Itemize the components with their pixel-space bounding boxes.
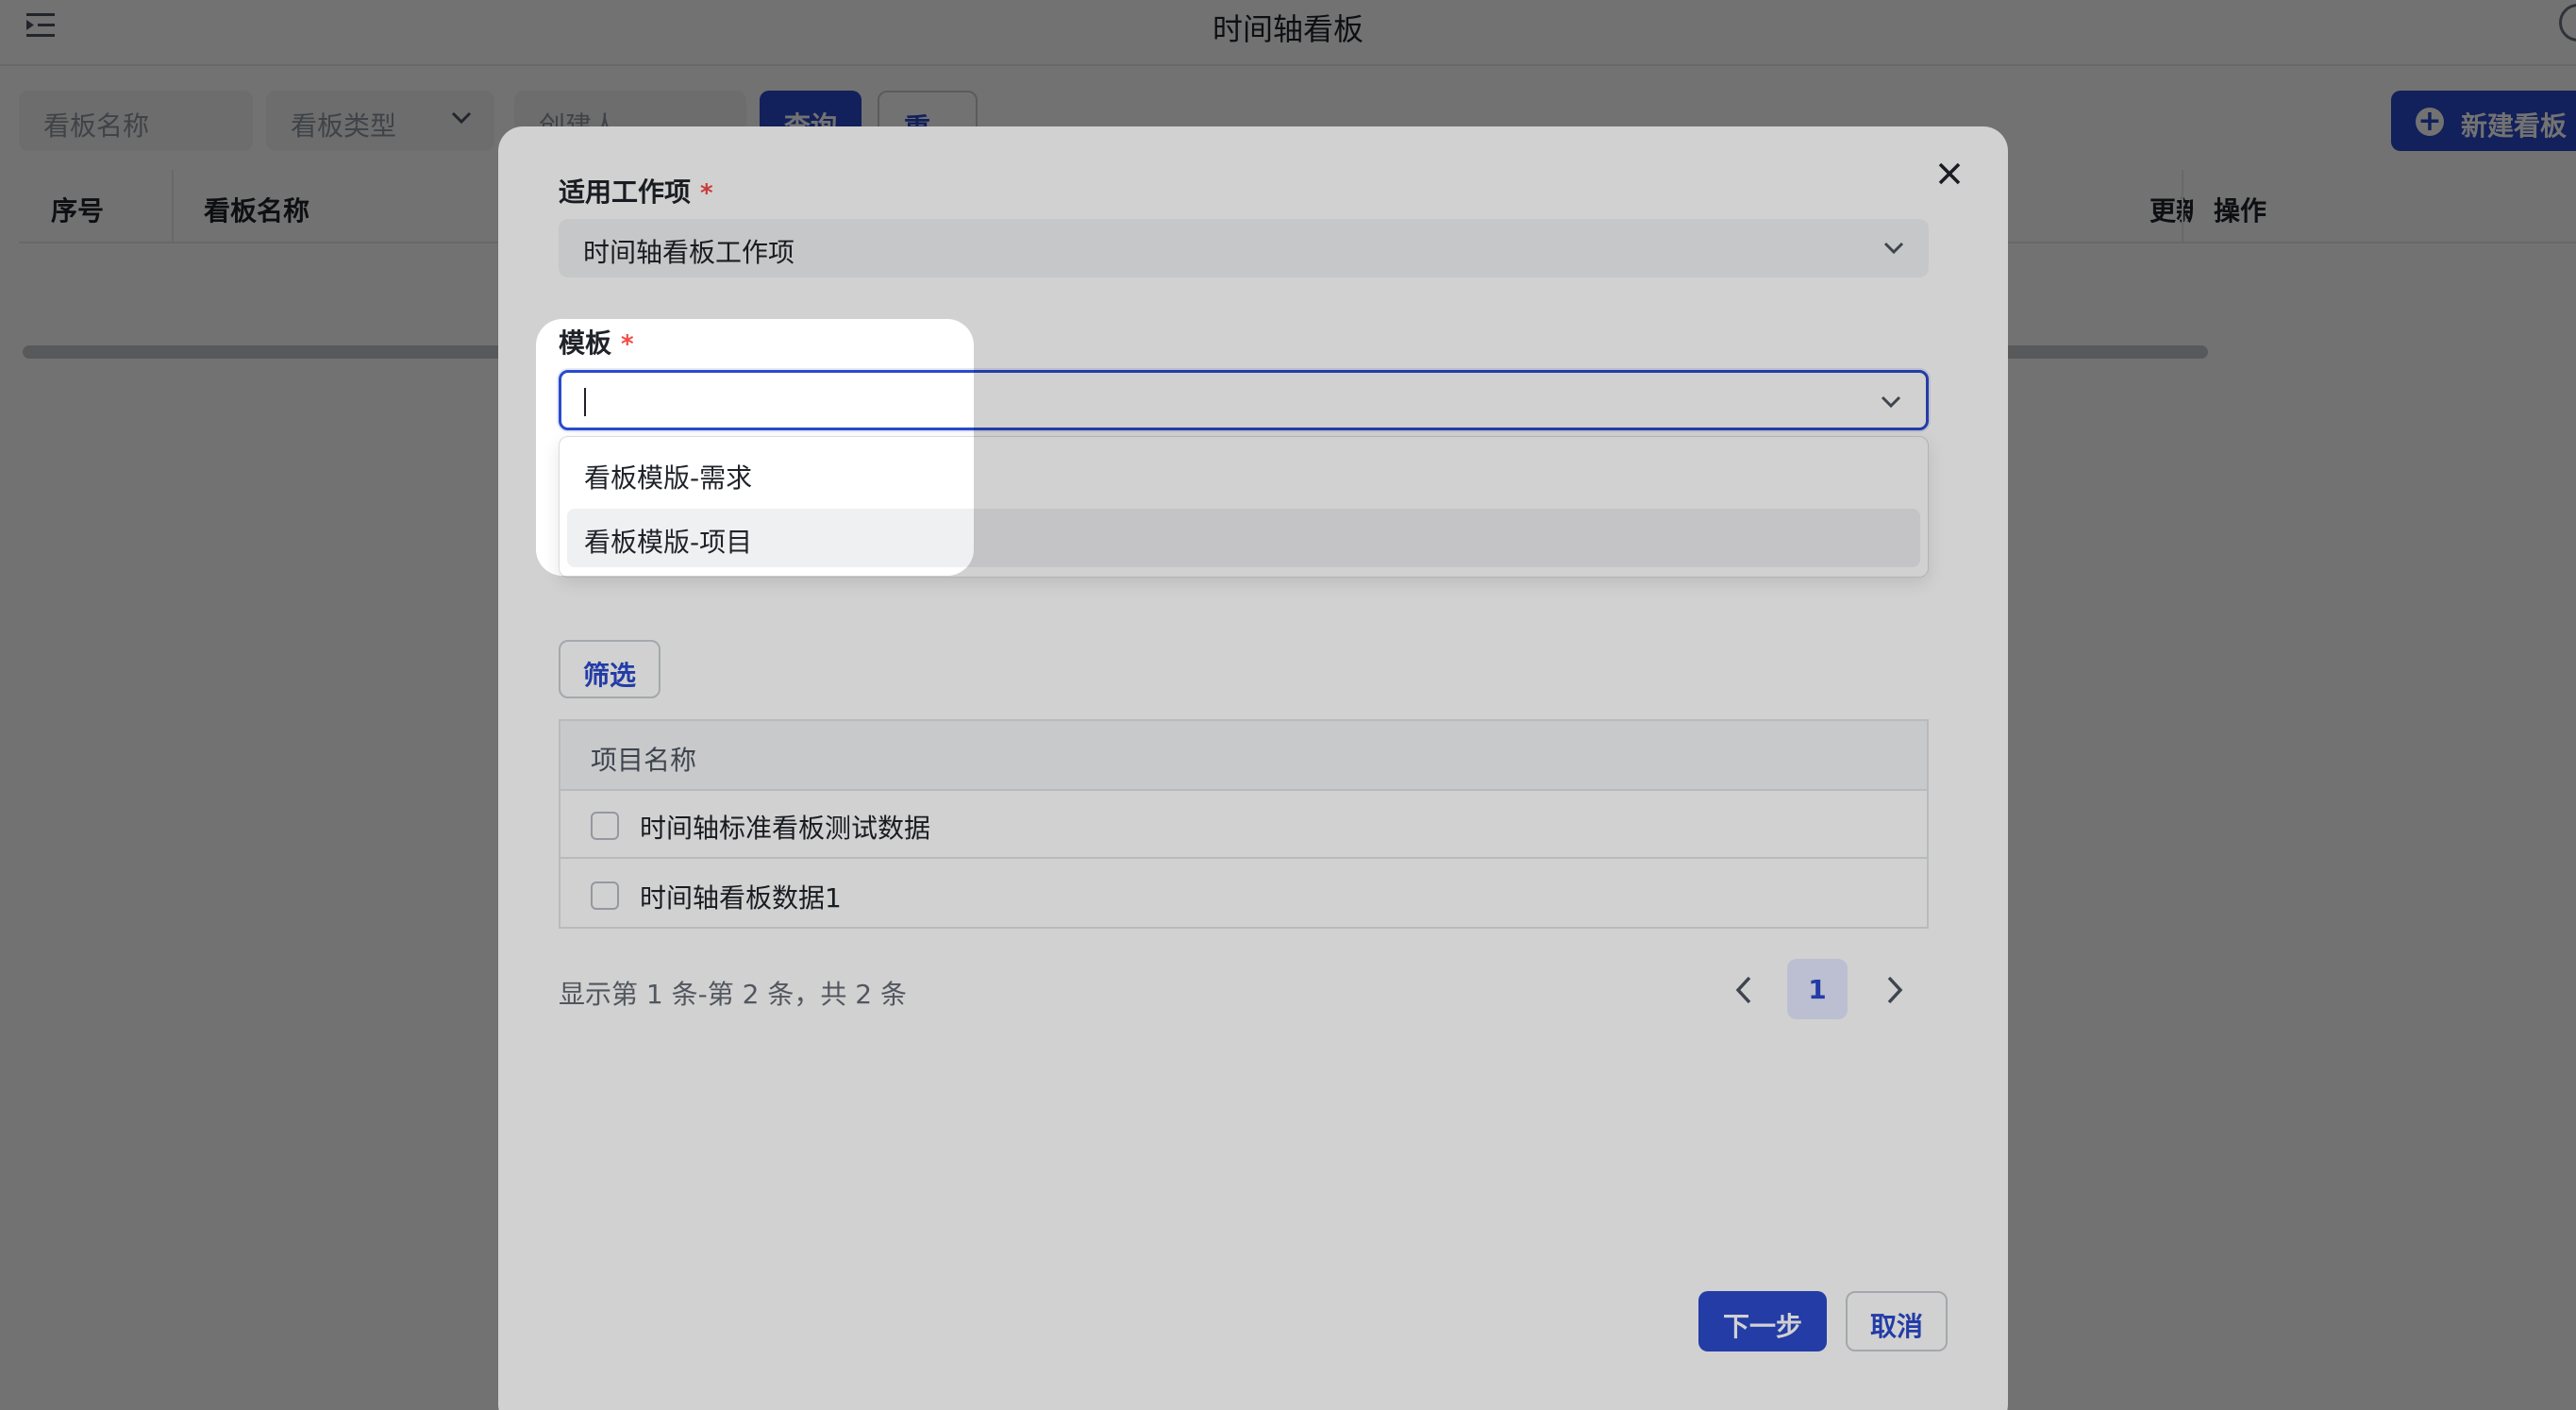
page-number-current[interactable]: 1 <box>1787 959 1848 1019</box>
table-row[interactable]: 时间轴看板数据1 <box>560 861 1927 929</box>
project-name: 时间轴标准看板测试数据 <box>640 813 931 844</box>
required-mark: * <box>700 179 713 208</box>
project-table: 项目名称 时间轴标准看板测试数据 时间轴看板数据1 <box>559 719 1929 929</box>
chevron-left-icon[interactable] <box>1725 966 1763 1014</box>
close-icon[interactable] <box>1931 155 1968 193</box>
workitem-label: 适用工作项 * <box>559 172 713 210</box>
app-root: { "page": { "title": "时间轴看板" }, "filters… <box>0 0 2576 1410</box>
workitem-value: 时间轴看板工作项 <box>583 237 795 268</box>
table-row[interactable]: 时间轴标准看板测试数据 <box>560 791 1927 859</box>
template-label: 模板 * <box>559 323 634 361</box>
filter-button[interactable]: 筛选 <box>559 640 661 698</box>
next-step-button[interactable]: 下一步 <box>1698 1291 1827 1351</box>
template-dropdown: 看板模版-需求 看板模版-项目 <box>559 436 1929 578</box>
chevron-right-icon[interactable] <box>1876 966 1914 1014</box>
template-option-requirement[interactable]: 看板模版-需求 <box>567 445 1920 503</box>
pagination-info: 显示第 1 条-第 2 条，共 2 条 <box>559 979 907 1010</box>
template-option-project[interactable]: 看板模版-项目 <box>567 509 1920 567</box>
create-board-modal: 适用工作项 * 时间轴看板工作项 模板 * 看板模版-需求 看板模版-项目 筛选 项… <box>498 126 2008 1410</box>
text-caret <box>584 388 586 416</box>
row-checkbox[interactable] <box>591 812 619 840</box>
chevron-down-icon <box>1881 395 1901 409</box>
template-label-text: 模板 <box>559 327 612 359</box>
required-mark: * <box>621 330 634 359</box>
template-select[interactable] <box>559 370 1929 430</box>
cancel-button[interactable]: 取消 <box>1846 1291 1948 1351</box>
row-checkbox[interactable] <box>591 881 619 910</box>
workitem-select[interactable]: 时间轴看板工作项 <box>559 219 1929 277</box>
project-table-header: 项目名称 <box>560 721 1927 791</box>
project-name: 时间轴看板数据1 <box>640 882 842 914</box>
workitem-label-text: 适用工作项 <box>559 176 692 208</box>
chevron-down-icon <box>1883 242 1904 255</box>
